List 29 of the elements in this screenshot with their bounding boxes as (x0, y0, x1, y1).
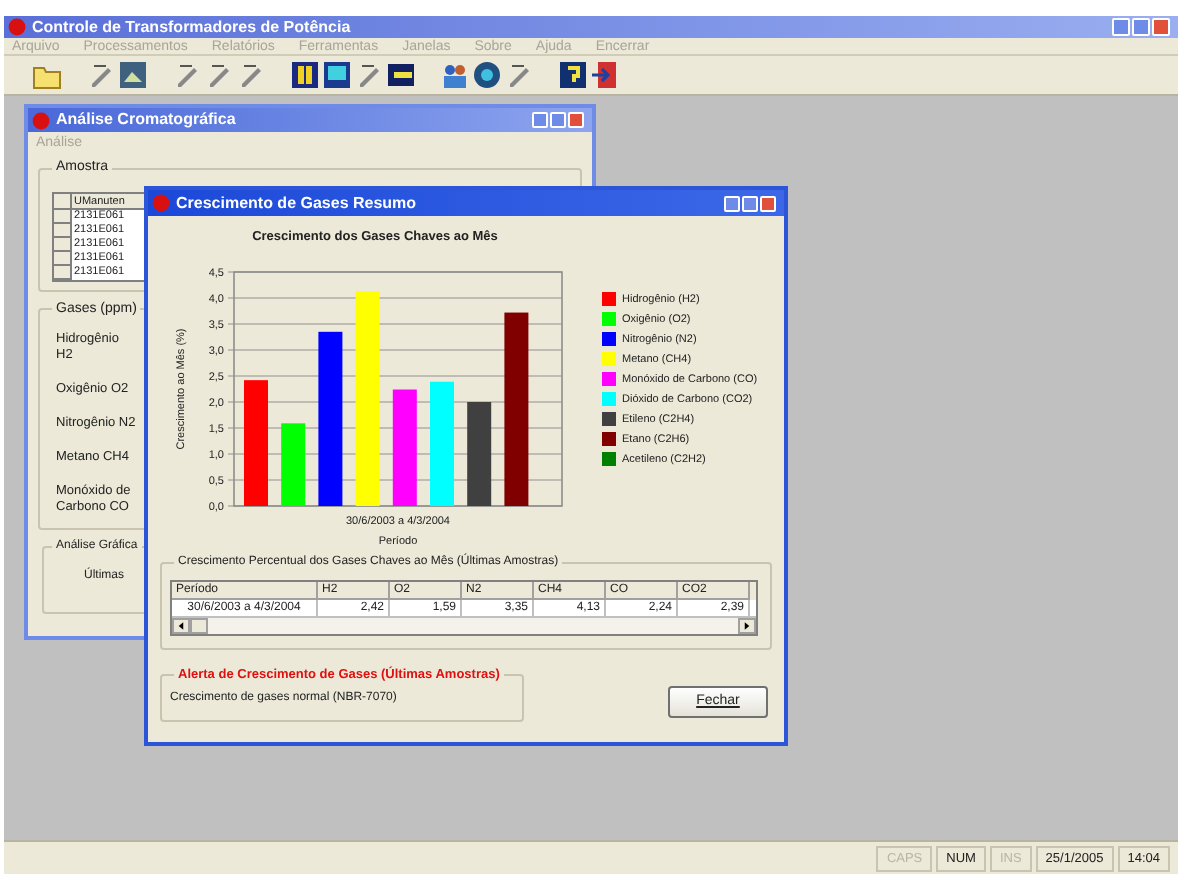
minimize-button[interactable] (1112, 18, 1130, 36)
pencil-icon[interactable] (86, 60, 116, 90)
maximize-button[interactable] (550, 112, 566, 128)
maximize-button[interactable] (742, 195, 758, 211)
scroll-thumb[interactable] (190, 617, 208, 633)
scroll-right-icon[interactable] (738, 617, 756, 633)
image-icon[interactable] (118, 60, 148, 90)
window-title: Análise Cromatográfica (56, 112, 236, 128)
monitor-icon[interactable] (322, 60, 352, 90)
help-icon[interactable] (558, 60, 588, 90)
app-icon (32, 111, 50, 129)
window-title: Controle de Transformadores de Potência (32, 19, 351, 35)
app-icon (8, 18, 26, 36)
minimize-button[interactable] (532, 112, 548, 128)
app-icon (152, 194, 170, 212)
pencil-icon[interactable] (504, 60, 534, 90)
close-button[interactable] (1152, 18, 1170, 36)
pencil-icon[interactable] (354, 60, 384, 90)
scroll-left-icon[interactable] (172, 617, 190, 633)
exit-icon[interactable] (590, 60, 620, 90)
pencil-icon[interactable] (204, 60, 234, 90)
window-title: Crescimento de Gases Resumo (176, 195, 417, 211)
people-icon[interactable] (440, 60, 470, 90)
pencil-icon[interactable] (172, 60, 202, 90)
maximize-button[interactable] (1132, 18, 1150, 36)
close-button[interactable] (568, 112, 584, 128)
minimize-button[interactable] (724, 195, 740, 211)
pencil-icon[interactable] (236, 60, 266, 90)
close-button[interactable] (760, 195, 776, 211)
